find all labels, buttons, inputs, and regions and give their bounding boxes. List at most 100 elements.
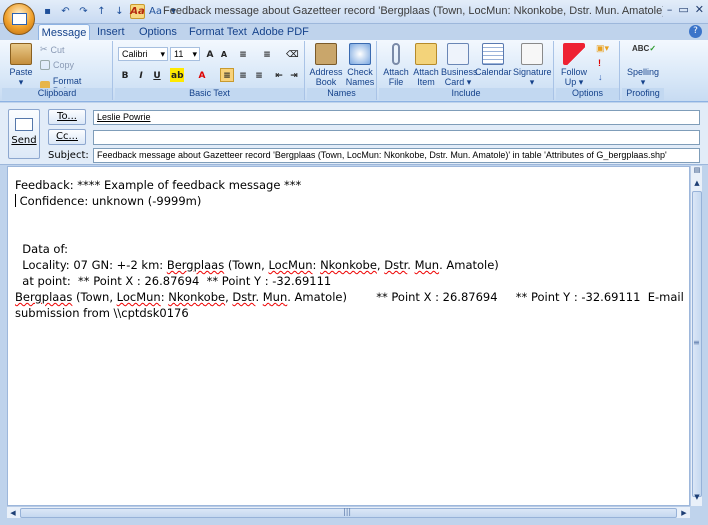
office-button[interactable] [3,3,35,35]
options-label: Options [556,88,619,100]
envelope-icon [12,13,27,25]
names-label: Names [307,88,376,100]
bold-button[interactable]: B [118,68,132,82]
align-right-icon[interactable]: ≡ [252,68,266,82]
attach-item-icon [415,43,437,65]
maximize-button[interactable]: ▭ [678,3,688,16]
tab-adobe-pdf[interactable]: Adobe PDF [252,24,309,40]
proofing-group: ABC✓ Spelling ▾ Proofing [622,41,664,100]
align-left-icon[interactable]: ≡ [220,68,234,82]
send-button[interactable]: Send [8,109,40,159]
font-name-box[interactable]: Calibri ▾ [118,47,168,61]
clipboard-group: Paste▾ ✂Cut Copy Format Painter Clipboar… [2,41,113,100]
window-title: Feedback message about Gazetteer record … [163,5,663,17]
scroll-up-icon[interactable]: ▲ [691,179,703,191]
minimize-button[interactable]: – [667,3,673,16]
bullets-icon[interactable]: ≡ [236,47,250,61]
signature-icon [521,43,543,65]
down-arrow-icon[interactable]: ↓ [112,4,127,19]
shrink-font-icon[interactable]: A [217,47,231,61]
copy-button[interactable]: Copy [40,60,74,70]
paperclip-icon [392,43,400,65]
chevron-down-icon: ▾ [578,77,584,87]
ribbon-tabs: Message Insert Options Format Text Adobe… [0,24,708,40]
check-names-button[interactable]: Check Names [343,43,377,87]
high-importance-icon[interactable]: ! [598,58,601,68]
ruler-toggle-icon[interactable]: ▤ [691,166,703,178]
paste-button[interactable]: Paste ▾ [6,43,36,87]
spelling-button[interactable]: ABC✓ Spelling ▾ [624,43,662,87]
calendar-button[interactable]: Calendar [475,43,512,77]
title-bar: ▪ ↶ ↷ ↑ ↓ Aa Aa ▾ Feedback message about… [0,0,708,35]
grow-font-icon[interactable]: A [203,47,217,61]
horizontal-scrollbar[interactable]: ◀ ||| ▶ [7,506,690,518]
tab-message[interactable]: Message [38,24,90,40]
attach-file-button[interactable]: Attach File [380,43,412,87]
calendar-icon [482,43,504,65]
undo-icon[interactable]: ↶ [58,4,73,19]
address-book-button[interactable]: Address Book [309,43,343,87]
categorize-icon[interactable]: ▣▾ [596,43,609,54]
subject-field[interactable]: Feedback message about Gazetteer record … [93,148,700,163]
message-header: Send To... Cc... Subject: Leslie Powrie … [0,103,708,165]
format-text-icon[interactable]: Aa [130,4,145,19]
quick-access-toolbar: ▪ ↶ ↷ ↑ ↓ Aa Aa ▾ [40,4,181,19]
message-body-text: Feedback: **** Example of feedback messa… [15,178,684,320]
tab-insert[interactable]: Insert [97,24,125,40]
scissors-icon: ✂ [40,44,48,54]
increase-indent-icon[interactable]: ⇥ [287,68,301,82]
clipboard-label: Clipboard [2,88,112,100]
chevron-down-icon: ▾ [192,49,197,59]
numbering-icon[interactable]: ≡ [260,47,274,61]
scroll-left-icon[interactable]: ◀ [7,507,19,519]
business-card-button[interactable]: Business Card ▾ [441,43,478,87]
attach-item-button[interactable]: Attach Item [411,43,441,87]
tab-format-text[interactable]: Format Text [189,24,247,40]
basic-text-label: Basic Text [115,88,304,100]
chevron-down-icon: ▾ [529,77,535,87]
envelope-icon [15,118,33,131]
vertical-scrollbar[interactable]: ▤ ▲ ≡ ▼ [690,166,702,506]
address-book-icon [315,43,337,65]
cc-button[interactable]: Cc... [48,129,86,145]
low-importance-icon[interactable]: ↓ [598,72,603,82]
flag-icon [563,43,585,65]
names-group: Address Book Check Names Names [307,41,377,100]
tab-options[interactable]: Options [139,24,177,40]
save-icon[interactable]: ▪ [40,4,55,19]
decrease-indent-icon[interactable]: ⇤ [272,68,286,82]
chevron-down-icon: ▾ [466,77,472,87]
scroll-right-icon[interactable]: ▶ [678,507,690,519]
underline-button[interactable]: U [150,68,164,82]
close-button[interactable]: ✕ [695,3,704,16]
font-color-icon[interactable]: A [195,68,209,82]
grip-icon: ≡ [693,338,700,347]
follow-up-button[interactable]: Follow Up ▾ [558,43,590,87]
highlight-icon[interactable]: ab [170,68,184,82]
cc-field[interactable] [93,130,700,145]
change-case-icon[interactable]: Aa [148,4,163,19]
chevron-down-icon: ▾ [18,77,24,87]
font-size-box[interactable]: 11 ▾ [170,47,200,61]
italic-button[interactable]: I [134,68,148,82]
proofing-label: Proofing [622,88,664,100]
to-field[interactable]: Leslie Powrie [93,110,700,125]
redo-icon[interactable]: ↷ [76,4,91,19]
paste-icon [10,43,32,65]
signature-button[interactable]: Signature ▾ [513,43,552,87]
message-body[interactable]: Feedback: **** Example of feedback messa… [7,166,690,506]
spelling-icon: ABC✓ [632,44,657,53]
grip-icon: ||| [343,507,352,516]
copy-icon [40,60,50,70]
up-arrow-icon[interactable]: ↑ [94,4,109,19]
cut-button[interactable]: ✂ Cut [40,44,65,55]
basic-text-group: Calibri ▾ 11 ▾ A A ≡ ≡ ⌫ B I U ab A ≡ ≡ ≡ … [115,41,305,100]
to-button[interactable]: To... [48,109,86,125]
include-group: Attach File Attach Item Business Card ▾ Cal… [379,41,554,100]
clear-formatting-icon[interactable]: ⌫ [285,47,299,61]
chevron-down-icon: ▾ [640,77,646,87]
scroll-down-icon[interactable]: ▼ [691,493,703,505]
window-controls: – ▭ ✕ [667,3,704,16]
align-center-icon[interactable]: ≡ [236,68,250,82]
help-icon[interactable]: ? [689,25,702,38]
